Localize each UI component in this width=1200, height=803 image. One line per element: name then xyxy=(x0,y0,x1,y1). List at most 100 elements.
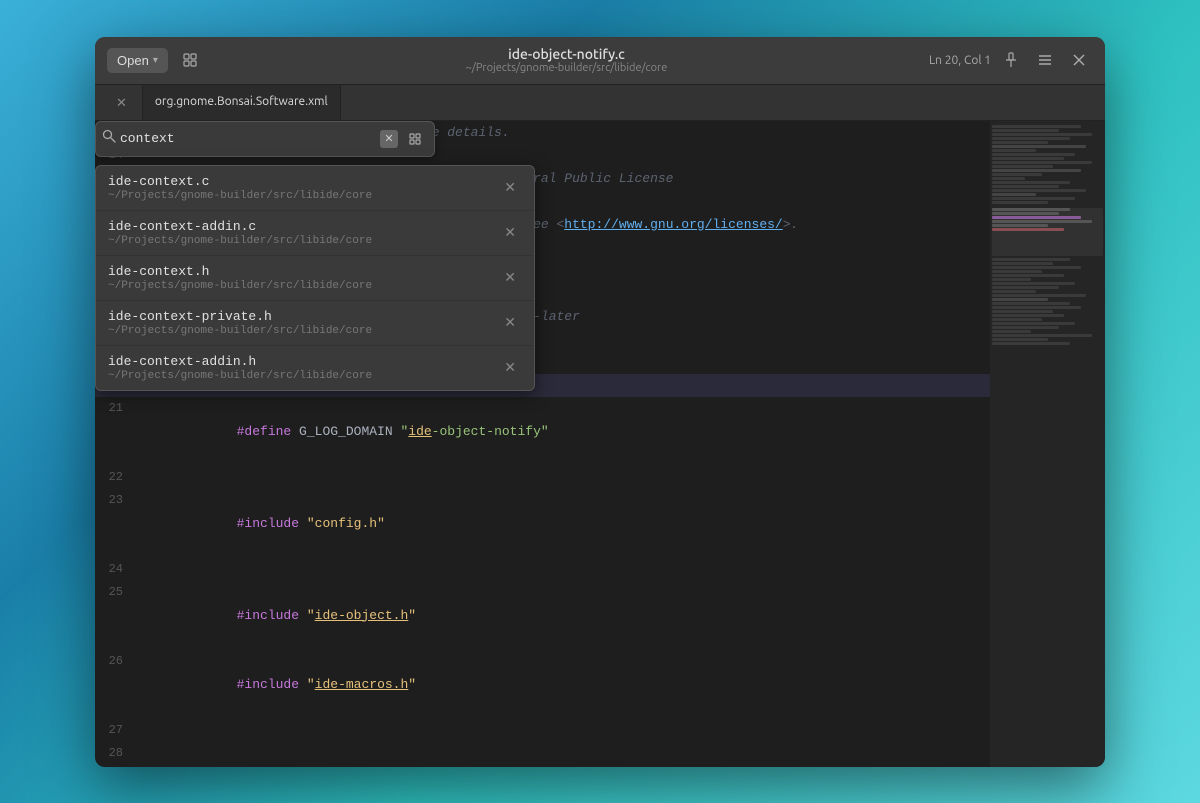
tab-ide-object-notify[interactable]: ✕ xyxy=(95,85,143,120)
mm-line xyxy=(992,290,1036,293)
mm-line xyxy=(992,125,1081,128)
mm-line xyxy=(992,262,1053,265)
line-28: 28 typedef struct xyxy=(95,742,990,767)
dropdown-item-name-3: ide-context-private.h xyxy=(108,309,498,324)
titlebar: Open ▾ ide-object-notify.c ~/Projects/gn… xyxy=(95,37,1105,85)
mm-line xyxy=(992,145,1086,148)
mm-line xyxy=(992,216,1081,219)
mm-line xyxy=(992,270,1042,273)
mm-line xyxy=(992,201,1048,204)
mm-line xyxy=(992,149,1036,152)
dropdown-item-name-2: ide-context.h xyxy=(108,264,498,279)
line-22: 22 xyxy=(95,466,990,489)
mm-line xyxy=(992,157,1064,160)
dropdown-item-name-4: ide-context-addin.h xyxy=(108,354,498,369)
close-button[interactable] xyxy=(1065,46,1093,74)
line-21: 21 #define G_LOG_DOMAIN "ide-object-noti… xyxy=(95,397,990,466)
mm-line xyxy=(992,294,1086,297)
mm-line xyxy=(992,302,1070,305)
close-tab-1-button[interactable]: ✕ xyxy=(113,95,130,110)
minimap xyxy=(990,121,1105,767)
dropdown-item-path-4: ~/Projects/gnome-builder/src/libide/core xyxy=(108,370,498,382)
mm-line xyxy=(992,330,1031,333)
add-tab-button[interactable] xyxy=(176,46,204,74)
dropdown-item-close-4[interactable]: ✕ xyxy=(498,357,522,378)
search-pin-button[interactable] xyxy=(402,126,428,152)
dropdown-item-close-0[interactable]: ✕ xyxy=(498,177,522,198)
dropdown-item-1[interactable]: ide-context-addin.c ~/Projects/gnome-bui… xyxy=(96,211,534,256)
line-25: 25 #include "ide-object.h" xyxy=(95,581,990,650)
dropdown-item-path-2: ~/Projects/gnome-builder/src/libide/core xyxy=(108,280,498,292)
search-bar: ✕ xyxy=(95,121,435,157)
mm-line xyxy=(992,314,1064,317)
mm-line xyxy=(992,224,1048,227)
dropdown-item-close-3[interactable]: ✕ xyxy=(498,312,522,333)
titlebar-right: Ln 20, Col 1 xyxy=(929,46,1093,74)
search-clear-button[interactable]: ✕ xyxy=(380,130,398,148)
mm-line xyxy=(992,274,1064,277)
mm-line xyxy=(992,197,1075,200)
mm-line xyxy=(992,278,1031,281)
line-24: 24 xyxy=(95,558,990,581)
line-27: 27 xyxy=(95,719,990,742)
mm-line xyxy=(992,310,1053,313)
mm-line xyxy=(992,193,1036,196)
mm-line xyxy=(992,258,1070,261)
mm-line xyxy=(992,133,1092,136)
dropdown-arrow-icon: ▾ xyxy=(153,55,158,66)
minimap-content xyxy=(990,121,1105,350)
mm-line xyxy=(992,212,1059,215)
clear-icon: ✕ xyxy=(384,132,393,145)
dropdown-item-0[interactable]: ide-context.c ~/Projects/gnome-builder/s… xyxy=(96,166,534,211)
mm-line xyxy=(992,306,1081,309)
mm-line xyxy=(992,165,1053,168)
dropdown-item-name-0: ide-context.c xyxy=(108,174,498,189)
mm-line xyxy=(992,298,1048,301)
line-23: 23 #include "config.h" xyxy=(95,489,990,558)
search-icon xyxy=(102,129,116,148)
dropdown-item-2[interactable]: ide-context.h ~/Projects/gnome-builder/s… xyxy=(96,256,534,301)
minimap-viewport xyxy=(992,208,1103,256)
open-button[interactable]: Open ▾ xyxy=(107,48,168,73)
mm-line xyxy=(992,334,1092,337)
mm-line xyxy=(992,129,1059,132)
mm-line xyxy=(992,177,1025,180)
mm-line xyxy=(992,228,1064,231)
dropdown-list: ide-context.c ~/Projects/gnome-builder/s… xyxy=(95,165,535,391)
mm-line xyxy=(992,322,1075,325)
mm-line xyxy=(992,326,1059,329)
dropdown-item-close-2[interactable]: ✕ xyxy=(498,267,522,288)
mm-line xyxy=(992,282,1075,285)
dropdown-item-close-1[interactable]: ✕ xyxy=(498,222,522,243)
mm-line xyxy=(992,220,1092,223)
line-26: 26 #include "ide-macros.h" xyxy=(95,650,990,719)
mm-line xyxy=(992,208,1070,211)
editor[interactable]: 13 * GNU General Public License for more… xyxy=(95,121,990,767)
dropdown-item-4[interactable]: ide-context-addin.h ~/Projects/gnome-bui… xyxy=(96,346,534,390)
mm-line xyxy=(992,181,1070,184)
pin-button[interactable] xyxy=(997,46,1025,74)
tab-label-2: org.gnome.Bonsai.Software.xml xyxy=(155,95,328,108)
mm-line xyxy=(992,266,1081,269)
window-filepath: ~/Projects/gnome-builder/src/libide/core xyxy=(212,62,921,74)
cursor-position: Ln 20, Col 1 xyxy=(929,54,991,67)
main-window: Open ▾ ide-object-notify.c ~/Projects/gn… xyxy=(95,37,1105,767)
menu-button[interactable] xyxy=(1031,46,1059,74)
mm-line xyxy=(992,189,1086,192)
tabbar: ✕ org.gnome.Bonsai.Software.xml xyxy=(95,85,1105,121)
mm-line xyxy=(992,286,1059,289)
mm-line xyxy=(992,185,1059,188)
dropdown-item-path-0: ~/Projects/gnome-builder/src/libide/core xyxy=(108,190,498,202)
tab-org-gnome-bonsai[interactable]: org.gnome.Bonsai.Software.xml xyxy=(143,85,341,120)
open-label: Open xyxy=(117,53,149,68)
mm-line xyxy=(992,318,1042,321)
mm-line xyxy=(992,338,1048,341)
window-title: ide-object-notify.c xyxy=(212,46,921,62)
mm-line xyxy=(992,153,1075,156)
mm-line xyxy=(992,342,1070,345)
dropdown-item-3[interactable]: ide-context-private.h ~/Projects/gnome-b… xyxy=(96,301,534,346)
dropdown-item-name-1: ide-context-addin.c xyxy=(108,219,498,234)
dropdown-item-path-3: ~/Projects/gnome-builder/src/libide/core xyxy=(108,325,498,337)
main-area: 13 * GNU General Public License for more… xyxy=(95,121,1105,767)
search-input[interactable] xyxy=(120,131,376,146)
